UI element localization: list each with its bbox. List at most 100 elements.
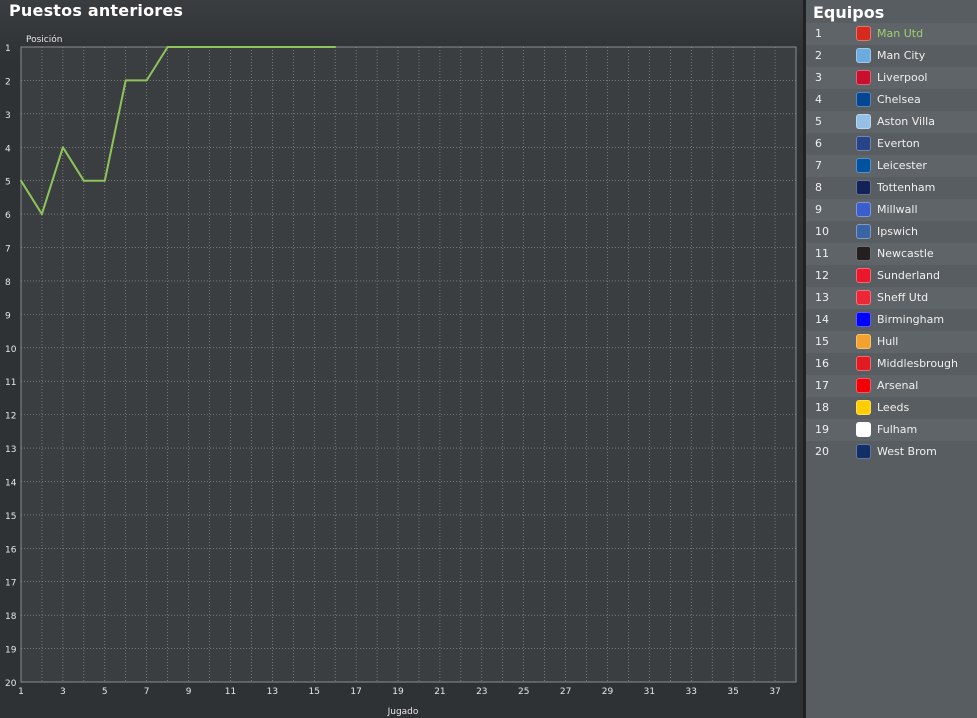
y-tick-label: 19 bbox=[5, 646, 17, 656]
y-tick-label: 7 bbox=[5, 245, 11, 255]
team-position: 19 bbox=[815, 423, 829, 436]
y-tick-label: 20 bbox=[5, 679, 17, 689]
team-name[interactable]: Everton bbox=[877, 137, 920, 150]
team-row[interactable]: 1 Man Utd bbox=[806, 23, 977, 45]
team-badge-icon bbox=[856, 92, 871, 107]
team-badge-icon bbox=[856, 70, 871, 85]
team-row[interactable]: 10 Ipswich bbox=[806, 221, 977, 243]
team-row[interactable]: 13 Sheff Utd bbox=[806, 287, 977, 309]
x-tick-label: 3 bbox=[60, 687, 66, 697]
team-row[interactable]: 14 Birmingham bbox=[806, 309, 977, 331]
team-row[interactable]: 9 Millwall bbox=[806, 199, 977, 221]
x-tick-label: 29 bbox=[602, 687, 614, 697]
team-name[interactable]: Leicester bbox=[877, 159, 927, 172]
y-tick-label: 9 bbox=[5, 311, 11, 321]
team-position: 17 bbox=[815, 379, 829, 392]
x-tick-label: 35 bbox=[727, 687, 738, 697]
data-point bbox=[40, 213, 43, 216]
data-point bbox=[229, 46, 232, 48]
data-point bbox=[145, 79, 148, 82]
data-point bbox=[187, 46, 190, 48]
team-name[interactable]: Birmingham bbox=[877, 313, 944, 326]
x-tick-label: 19 bbox=[392, 687, 404, 697]
team-position: 18 bbox=[815, 401, 829, 414]
team-badge-icon bbox=[856, 246, 871, 261]
team-badge-icon bbox=[856, 114, 871, 129]
data-point bbox=[313, 46, 316, 48]
team-name[interactable]: Fulham bbox=[877, 423, 917, 436]
team-name[interactable]: Hull bbox=[877, 335, 898, 348]
data-point bbox=[20, 179, 22, 182]
y-axis-ticks: 1234567891011121314151617181920 bbox=[5, 44, 17, 689]
team-name[interactable]: Leeds bbox=[877, 401, 909, 414]
y-tick-label: 2 bbox=[5, 77, 11, 87]
team-row[interactable]: 15 Hull bbox=[806, 331, 977, 353]
team-name[interactable]: Aston Villa bbox=[877, 115, 935, 128]
y-tick-label: 14 bbox=[5, 478, 17, 488]
team-row[interactable]: 12 Sunderland bbox=[806, 265, 977, 287]
team-name[interactable]: Arsenal bbox=[877, 379, 918, 392]
team-position: 5 bbox=[815, 115, 822, 128]
team-row[interactable]: 19 Fulham bbox=[806, 419, 977, 441]
team-row[interactable]: 8 Tottenham bbox=[806, 177, 977, 199]
data-point bbox=[271, 46, 274, 48]
data-point bbox=[166, 46, 169, 48]
team-badge-icon bbox=[856, 224, 871, 239]
data-point bbox=[334, 46, 337, 48]
data-point bbox=[292, 46, 295, 48]
chart-panel: 1 2 3 4 5 6 7 8 9 10 11 12 13 14 15 16 17 18 19 20 1 3 5 7 9 11 1… bbox=[0, 0, 803, 718]
team-row[interactable]: 7 Leicester bbox=[806, 155, 977, 177]
team-position: 11 bbox=[815, 247, 829, 260]
team-position: 2 bbox=[815, 49, 822, 62]
plot-area bbox=[20, 46, 797, 683]
team-position: 10 bbox=[815, 225, 829, 238]
team-name[interactable]: Sunderland bbox=[877, 269, 940, 282]
team-name[interactable]: Middlesbrough bbox=[877, 357, 958, 370]
team-badge-icon bbox=[856, 268, 871, 283]
y-axis-label: Posición bbox=[26, 34, 62, 45]
team-badge-icon bbox=[856, 290, 871, 305]
teams-title: Equipos bbox=[813, 3, 885, 22]
x-tick-label: 21 bbox=[434, 687, 445, 697]
team-row[interactable]: 11 Newcastle bbox=[806, 243, 977, 265]
team-position: 14 bbox=[815, 313, 829, 326]
team-row[interactable]: 5 Aston Villa bbox=[806, 111, 977, 133]
data-point bbox=[103, 179, 106, 182]
team-name[interactable]: Chelsea bbox=[877, 93, 921, 106]
team-row[interactable]: 20 West Brom bbox=[806, 441, 977, 463]
y-tick-label: 6 bbox=[5, 211, 11, 221]
x-tick-label: 1 bbox=[18, 687, 24, 697]
team-name[interactable]: West Brom bbox=[877, 445, 937, 458]
team-row[interactable]: 16 Middlesbrough bbox=[806, 353, 977, 375]
team-name[interactable]: Man City bbox=[877, 49, 925, 62]
team-name[interactable]: Liverpool bbox=[877, 71, 927, 84]
y-tick-label: 3 bbox=[5, 111, 11, 121]
y-tick-label: 17 bbox=[5, 579, 16, 589]
team-name[interactable]: Sheff Utd bbox=[877, 291, 928, 304]
y-tick-label: 18 bbox=[5, 612, 17, 622]
team-name[interactable]: Man Utd bbox=[877, 27, 923, 40]
team-name[interactable]: Newcastle bbox=[877, 247, 934, 260]
x-tick-label: 11 bbox=[225, 687, 236, 697]
data-point bbox=[124, 79, 127, 82]
team-row[interactable]: 17 Arsenal bbox=[806, 375, 977, 397]
team-row[interactable]: 3 Liverpool bbox=[806, 67, 977, 89]
team-row[interactable]: 4 Chelsea bbox=[806, 89, 977, 111]
team-row[interactable]: 2 Man City bbox=[806, 45, 977, 67]
x-tick-label: 13 bbox=[267, 687, 278, 697]
x-tick-label: 17 bbox=[350, 687, 361, 697]
team-badge-icon bbox=[856, 48, 871, 63]
team-badge-icon bbox=[856, 180, 871, 195]
team-badge-icon bbox=[856, 312, 871, 327]
team-badge-icon bbox=[856, 202, 871, 217]
team-row[interactable]: 18 Leeds bbox=[806, 397, 977, 419]
team-position: 4 bbox=[815, 93, 822, 106]
team-name[interactable]: Ipswich bbox=[877, 225, 918, 238]
team-name[interactable]: Millwall bbox=[877, 203, 918, 216]
y-tick-label: 12 bbox=[5, 412, 16, 422]
team-name[interactable]: Tottenham bbox=[877, 181, 935, 194]
team-row[interactable]: 6 Everton bbox=[806, 133, 977, 155]
x-tick-label: 9 bbox=[186, 687, 192, 697]
teams-list: 1 Man Utd 2 Man City 3 Liverpool 4 Chelsea 5 Asto… bbox=[806, 23, 977, 463]
team-position: 9 bbox=[815, 203, 822, 216]
